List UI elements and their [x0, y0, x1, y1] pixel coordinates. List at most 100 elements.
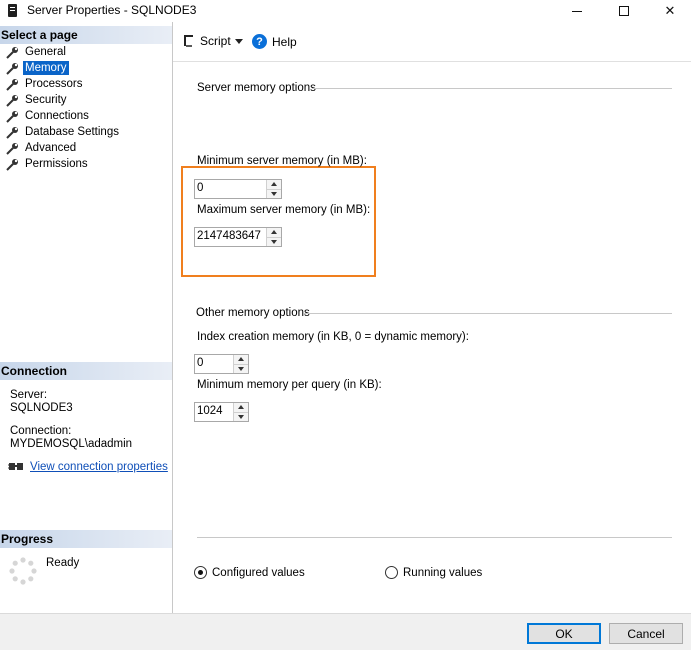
minimize-button[interactable] [554, 0, 600, 22]
page-item-database-settings[interactable]: Database Settings [6, 124, 121, 140]
running-values-label: Running values [403, 566, 483, 579]
server-app-icon [8, 4, 17, 17]
radio-checked-icon [194, 566, 207, 579]
spin-up-button[interactable] [234, 355, 248, 365]
connection-label: Connection: [10, 425, 72, 437]
wrench-icon [6, 142, 18, 155]
wrench-icon [6, 62, 18, 75]
wrench-icon [6, 158, 18, 171]
toolbar: Script ? Help [173, 22, 691, 62]
spin-up-button[interactable] [234, 403, 248, 413]
spinner-buttons [266, 180, 281, 198]
progress-spinner-icon [9, 557, 37, 585]
configured-values-radio[interactable]: Configured values [194, 566, 305, 579]
spinner-buttons [233, 355, 248, 373]
maximize-button[interactable] [601, 0, 647, 22]
spin-down-button[interactable] [234, 364, 248, 373]
progress-header: Progress [0, 530, 172, 548]
max-server-memory-value[interactable]: 2147483647 [195, 228, 266, 246]
options-divider [197, 537, 672, 538]
script-icon [184, 35, 193, 47]
arrow-down-icon [238, 366, 244, 371]
memory-options-panel: Server memory options Minimum server mem… [173, 62, 691, 613]
spinner-buttons [233, 403, 248, 421]
cancel-button[interactable]: Cancel [609, 623, 683, 644]
spinner-buttons [266, 228, 281, 246]
page-item-memory[interactable]: Memory [6, 60, 69, 76]
connection-value: MYDEMOSQL\adadmin [10, 438, 133, 450]
spin-down-button[interactable] [267, 237, 281, 246]
arrow-up-icon [271, 182, 277, 187]
ok-button[interactable]: OK [527, 623, 601, 644]
min-memory-per-query-spinner[interactable]: 1024 [194, 402, 249, 422]
arrow-up-icon [238, 405, 244, 410]
script-dropdown-button[interactable] [235, 39, 243, 44]
min-server-memory-label: Minimum server memory (in MB): [197, 155, 367, 167]
spin-down-button[interactable] [234, 412, 248, 421]
page-item-connections[interactable]: Connections [6, 108, 91, 124]
min-server-memory-spinner[interactable]: 0 [194, 179, 282, 199]
page-label: General [25, 46, 66, 58]
dropdown-arrow-icon [235, 39, 243, 44]
close-icon: ✕ [664, 3, 676, 18]
script-label: Script [200, 34, 231, 48]
page-label: Connections [25, 110, 89, 122]
configured-values-label: Configured values [212, 566, 305, 579]
index-creation-memory-spinner[interactable]: 0 [194, 354, 249, 374]
close-button[interactable]: ✕ [647, 0, 691, 22]
arrow-down-icon [271, 191, 277, 196]
view-connection-properties-link[interactable]: View connection properties [30, 461, 168, 473]
connection-plug-icon [8, 463, 23, 470]
page-label: Memory [23, 61, 69, 75]
wrench-icon [6, 94, 18, 107]
spin-down-button[interactable] [267, 189, 281, 198]
window-title: Server Properties - SQLNODE3 [27, 3, 197, 17]
maximize-icon [619, 6, 629, 16]
spin-up-button[interactable] [267, 228, 281, 238]
script-button[interactable]: Script [181, 34, 231, 48]
group-divider [312, 88, 672, 89]
max-server-memory-label: Maximum server memory (in MB): [197, 204, 371, 216]
dialog-footer: OK Cancel [0, 613, 691, 650]
min-memory-per-query-value[interactable]: 1024 [195, 403, 233, 421]
index-creation-memory-value[interactable]: 0 [195, 355, 233, 373]
running-values-radio[interactable]: Running values [385, 566, 482, 579]
wrench-icon [6, 46, 18, 59]
main-panel: Script ? Help Server memory options Mini… [173, 22, 691, 613]
server-label: Server: [10, 389, 48, 401]
arrow-down-icon [238, 414, 244, 419]
title-bar: Server Properties - SQLNODE3 ✕ [0, 0, 691, 22]
server-value: SQLNODE3 [10, 402, 73, 414]
page-item-security[interactable]: Security [6, 92, 69, 108]
progress-status: Ready [46, 557, 80, 569]
page-label: Permissions [25, 158, 88, 170]
page-label: Advanced [25, 142, 77, 154]
page-item-general[interactable]: General [6, 44, 68, 60]
server-memory-group-title: Server memory options [197, 82, 316, 94]
max-server-memory-spinner[interactable]: 2147483647 [194, 227, 282, 247]
page-item-permissions[interactable]: Permissions [6, 156, 90, 172]
min-memory-per-query-label: Minimum memory per query (in KB): [197, 379, 382, 391]
radio-unchecked-icon [385, 566, 398, 579]
page-label: Processors [25, 78, 83, 90]
page-label: Security [25, 94, 67, 106]
min-server-memory-value[interactable]: 0 [195, 180, 266, 198]
help-label: Help [272, 34, 297, 49]
help-button[interactable]: ? Help [252, 34, 297, 49]
sidebar: Select a page General Memory Processors … [0, 22, 173, 613]
wrench-icon [6, 110, 18, 123]
arrow-down-icon [271, 239, 277, 244]
select-page-header: Select a page [0, 26, 172, 44]
arrow-up-icon [238, 357, 244, 362]
index-creation-memory-label: Index creation memory (in KB, 0 = dynami… [197, 331, 469, 343]
help-icon: ? [252, 34, 267, 49]
minimize-icon [572, 10, 582, 12]
arrow-up-icon [271, 230, 277, 235]
page-label: Database Settings [25, 126, 119, 138]
page-item-processors[interactable]: Processors [6, 76, 85, 92]
page-item-advanced[interactable]: Advanced [6, 140, 78, 156]
connection-header: Connection [0, 362, 172, 380]
spin-up-button[interactable] [267, 180, 281, 190]
wrench-icon [6, 126, 18, 139]
wrench-icon [6, 78, 18, 91]
